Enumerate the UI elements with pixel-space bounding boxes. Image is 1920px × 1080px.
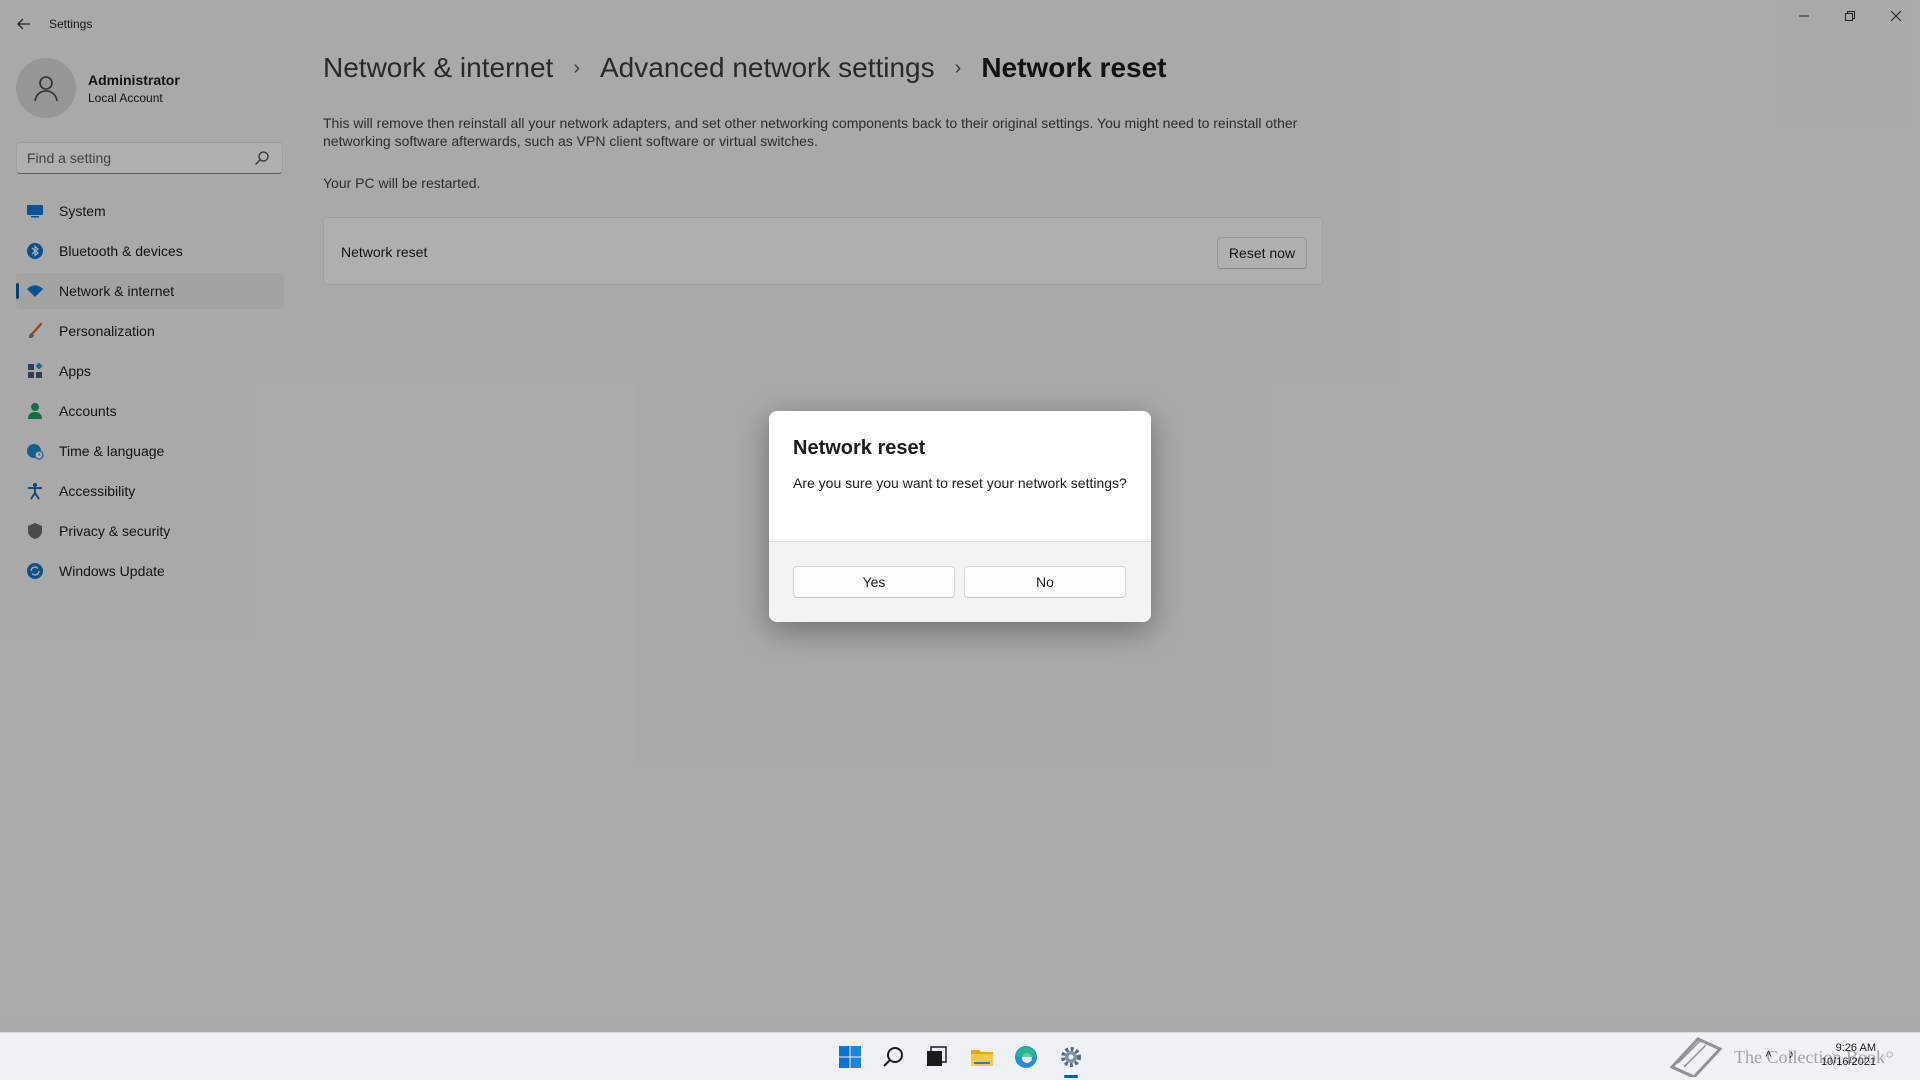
no-button[interactable]: No: [964, 566, 1126, 598]
clock[interactable]: 9:26 AM 10/16/2021: [1812, 1041, 1876, 1069]
file-explorer-button[interactable]: [966, 1041, 998, 1073]
taskbar-search-button[interactable]: [878, 1041, 910, 1073]
search-icon: [883, 1047, 903, 1067]
dialog-footer: Yes No: [769, 541, 1151, 622]
clock-time: 9:26 AM: [1835, 1042, 1876, 1054]
task-view-button[interactable]: [920, 1041, 952, 1073]
settings-icon: [1061, 1047, 1081, 1067]
edge-button[interactable]: [1010, 1041, 1042, 1073]
file-explorer-icon: [971, 1050, 993, 1066]
start-icon: [839, 1046, 861, 1068]
yes-button[interactable]: Yes: [793, 566, 955, 598]
edge-icon: [1015, 1046, 1037, 1068]
task-view-icon: [927, 1046, 947, 1066]
chevron-up-icon[interactable]: ˄: [1765, 1047, 1772, 1061]
clock-date: 10/16/2021: [1820, 1056, 1876, 1068]
start-button[interactable]: [834, 1041, 866, 1073]
notification-icon[interactable]: ◌: [1886, 1047, 1893, 1061]
taskbar: The Collection Book ˄ ♪ 9:26 AM 10/16/20…: [0, 1032, 1920, 1080]
active-app-indicator: [1064, 1075, 1078, 1078]
dialog-message: Are you sure you want to reset your netw…: [793, 475, 1127, 491]
volume-icon[interactable]: ♪: [1788, 1047, 1794, 1061]
settings-taskbar-button[interactable]: [1055, 1041, 1087, 1073]
book-icon: [1669, 1037, 1723, 1079]
network-reset-dialog: Network reset Are you sure you want to r…: [769, 411, 1151, 622]
dialog-title: Network reset: [793, 437, 926, 459]
